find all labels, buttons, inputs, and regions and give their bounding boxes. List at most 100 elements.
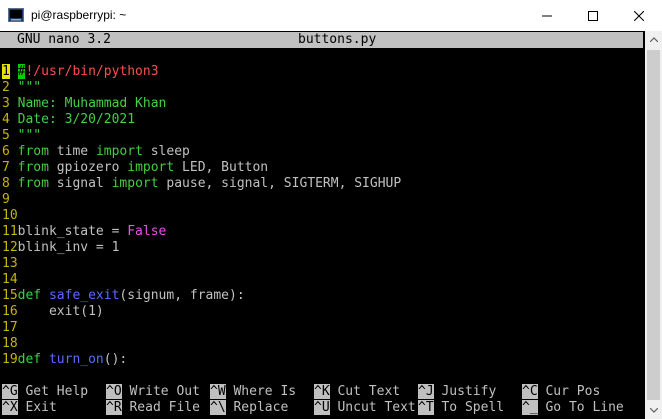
shortcut-label: Justify xyxy=(433,384,520,399)
shortcut-item: ^G Get Help xyxy=(2,384,104,400)
window-title: pi@raspberrypi: ~ xyxy=(31,8,127,22)
scroll-up-button[interactable] xyxy=(645,31,662,48)
shortcut-item: ^U Uncut Text xyxy=(314,400,416,416)
shortcut-label: Cut Text xyxy=(329,384,416,399)
code-token: """ xyxy=(17,128,42,143)
code-token: Name: Muhammad Khan xyxy=(17,96,167,111)
shortcut-key: ^W xyxy=(210,384,226,399)
close-icon xyxy=(634,10,644,21)
line-number: 9 xyxy=(2,192,10,207)
chevron-up-icon xyxy=(649,37,658,42)
code-line[interactable]: 6 from time import sleep xyxy=(2,144,190,160)
line-gutter-space xyxy=(10,64,18,79)
line-number: 18 xyxy=(2,336,18,351)
shortcut-item: ^O Write Out xyxy=(106,384,208,400)
code-token: import xyxy=(95,144,143,159)
code-line[interactable]: 2 """ xyxy=(2,80,41,96)
shortcut-item: ^W Where Is xyxy=(210,384,312,400)
line-number: 13 xyxy=(2,256,18,271)
code-token: False xyxy=(127,224,167,239)
nano-header-bar: GNU nano 3.2 buttons.py xyxy=(0,32,643,48)
code-line[interactable]: 18 xyxy=(2,336,18,352)
code-line[interactable]: 1 #!/usr/bin/python3 xyxy=(2,64,159,80)
shortcut-label: To Spell xyxy=(433,400,520,415)
line-number: 11 xyxy=(2,224,18,239)
code-line[interactable]: 7 from gpiozero import LED, Button xyxy=(2,160,268,176)
shortcut-label: Cur Pos xyxy=(537,384,601,399)
shortcut-label: Uncut Text xyxy=(329,400,416,415)
minimize-button[interactable] xyxy=(524,0,570,31)
code-line[interactable]: 15def safe_exit(signum, frame): xyxy=(2,288,245,304)
code-token: from xyxy=(17,144,49,159)
scroll-down-button[interactable] xyxy=(645,402,662,419)
close-button[interactable] xyxy=(616,0,662,31)
code-token: def xyxy=(17,352,42,367)
code-line[interactable]: 8 from signal import pause, signal, SIGT… xyxy=(2,176,401,192)
shortcut-label: Get Help xyxy=(17,384,104,399)
shortcut-item: ^T To Spell xyxy=(418,400,520,416)
line-number: 15 xyxy=(2,288,18,303)
code-line[interactable]: 10 xyxy=(2,208,18,224)
line-number: 4 xyxy=(2,112,10,127)
line-gutter-space xyxy=(10,160,18,175)
code-token: LED, Button xyxy=(174,160,269,175)
shortcut-label: Write Out xyxy=(121,384,208,399)
code-line[interactable]: 5 """ xyxy=(2,128,41,144)
line-gutter-space xyxy=(10,192,18,207)
code-token: pause, signal, SIGTERM, SIGHUP xyxy=(158,176,402,191)
code-token: sleep xyxy=(142,144,190,159)
code-token: blink_state = xyxy=(17,224,128,239)
shortcut-item: ^K Cut Text xyxy=(314,384,416,400)
code-line[interactable]: 11blink_state = False xyxy=(2,224,166,240)
line-number: 10 xyxy=(2,208,18,223)
line-number: 14 xyxy=(2,272,18,287)
code-token: import xyxy=(111,176,159,191)
nano-filename: buttons.py xyxy=(298,32,377,47)
line-gutter-space xyxy=(10,176,18,191)
shortcut-key: ^K xyxy=(314,384,330,399)
vertical-scrollbar[interactable] xyxy=(645,31,662,419)
code-line[interactable]: 13 xyxy=(2,256,18,272)
code-line[interactable]: 9 xyxy=(2,192,18,208)
shortcut-item: ^R Read File xyxy=(106,400,208,416)
shortcut-key: ^O xyxy=(106,384,122,399)
code-token: (): xyxy=(103,352,128,367)
shortcut-label: Read File xyxy=(121,400,208,415)
code-line[interactable]: 17 xyxy=(2,320,18,336)
line-number: 19 xyxy=(2,352,18,367)
code-token: import xyxy=(127,160,175,175)
line-gutter-space xyxy=(10,96,18,111)
code-token: signal xyxy=(48,176,112,191)
maximize-button[interactable] xyxy=(570,0,616,31)
window-titlebar: pi@raspberrypi: ~ xyxy=(0,0,662,32)
minimize-icon xyxy=(542,15,552,16)
code-line[interactable]: 16 exit(1) xyxy=(2,304,104,320)
scrollbar-thumb[interactable] xyxy=(647,50,660,400)
shortcut-key: ^C xyxy=(522,384,538,399)
line-number: 3 xyxy=(2,96,10,111)
code-token: (signum, frame): xyxy=(119,288,245,303)
terminal-area[interactable]: GNU nano 3.2 buttons.py 1 #!/usr/bin/pyt… xyxy=(0,31,645,419)
line-number: 8 xyxy=(2,176,10,191)
shortcut-key: ^T xyxy=(418,400,434,415)
code-token: def xyxy=(17,288,42,303)
shortcut-label: Go To Line xyxy=(537,400,624,415)
line-number: 1 xyxy=(2,64,10,79)
line-gutter-space xyxy=(10,128,18,143)
code-line[interactable]: 12blink_inv = 1 xyxy=(2,240,119,256)
code-line[interactable]: 14 xyxy=(2,272,18,288)
shortcut-item: ^J Justify xyxy=(418,384,520,400)
code-token: safe_exit xyxy=(48,288,120,303)
code-line[interactable]: 4 Date: 3/20/2021 xyxy=(2,112,135,128)
code-line[interactable]: 19def turn_on(): xyxy=(2,352,127,368)
code-line[interactable]: 3 Name: Muhammad Khan xyxy=(2,96,166,112)
line-number: 16 xyxy=(2,304,18,319)
code-token: from xyxy=(17,176,49,191)
shortcut-key: ^J xyxy=(418,384,434,399)
line-gutter-space xyxy=(10,80,18,95)
shortcut-label: Replace xyxy=(225,400,312,415)
shortcut-item: ^C Cur Pos xyxy=(522,384,600,400)
shortcut-key: ^R xyxy=(106,400,122,415)
